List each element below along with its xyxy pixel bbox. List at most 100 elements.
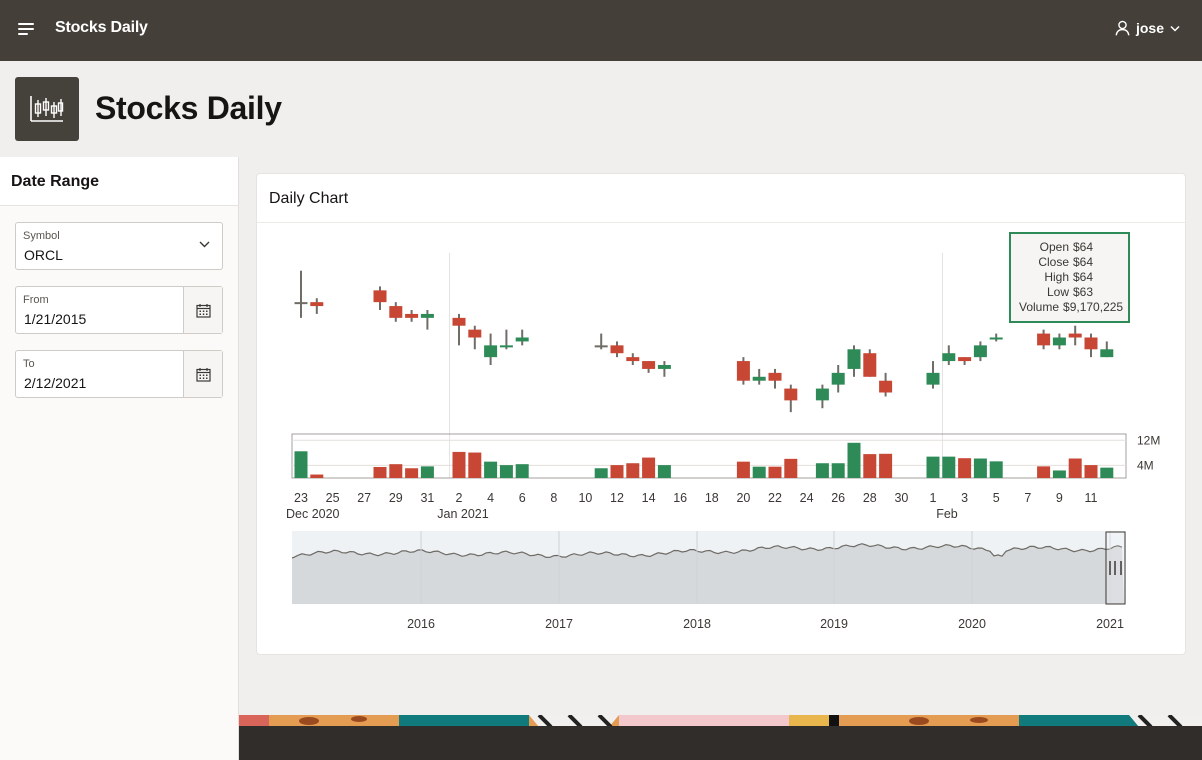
candle-body [389,306,403,318]
x-tick-label: 8 [550,491,557,505]
x-tick-label: 3 [961,491,968,505]
candle-body [784,388,798,401]
candle-body [484,345,498,358]
candle-body [499,345,513,348]
candle-body [831,372,845,385]
volume-bar [831,463,845,478]
month-label: Jan 2021 [437,507,488,521]
candlestick-chart[interactable]: 12M4M 23 25 27 29 31 2 4 6 8 10 12 14 16 18 20 22 24 26 28… [0,0,1202,660]
volume-bar [1037,466,1051,478]
candle-body [958,357,972,362]
tooltip-high-value: $64 [1073,270,1094,284]
volume-bar [958,458,972,478]
candle-body [942,353,956,362]
volume-bar [926,456,940,478]
x-tick-label: 30 [894,491,908,505]
volume-bar [1084,465,1098,478]
volume-bar [847,442,861,478]
x-tick-label: 31 [420,491,434,505]
x-tick-label: 10 [578,491,592,505]
candle-body [847,349,861,369]
month-label: Dec 2020 [286,507,340,521]
candle-body [1068,333,1082,338]
volume-tick-label: 4M [1137,458,1154,472]
volume-bar [405,468,419,478]
candle-body [1084,337,1098,350]
volume-bar [626,463,640,478]
tooltip-low-value: $63 [1073,285,1094,299]
volume-bar [484,461,498,478]
candle-body [310,302,324,307]
x-tick-label: 25 [326,491,340,505]
candle-body [815,388,829,401]
tooltip-volume-label: Volume [1019,300,1060,314]
candle-body [989,337,1003,340]
x-tick-label: 7 [1024,491,1031,505]
candle-body [973,345,987,358]
volume-bar [784,458,798,478]
candle-body [657,365,671,369]
volume-bar [294,451,308,478]
page-footer [239,726,1202,760]
overview-year-label: 2017 [545,617,573,631]
candle-body [926,372,940,385]
volume-bar [879,453,893,478]
month-label: Feb [936,507,958,521]
x-tick-label: 20 [736,491,750,505]
candle-body [452,317,466,326]
volume-bar [468,452,482,478]
candle-body [752,376,766,381]
candle-body [1100,349,1114,358]
candle-body [863,353,877,377]
volume-bar [736,461,750,478]
volume-bar [768,466,782,478]
x-tick-label: 1 [930,491,937,505]
x-tick-label: 5 [993,491,1000,505]
overview-year-label: 2021 [1096,617,1124,631]
volume-bar [610,465,624,478]
x-tick-label: 4 [487,491,494,505]
volume-bar [973,458,987,478]
candle-body [626,357,640,362]
candle-body [1052,337,1066,346]
x-tick-label: 29 [389,491,403,505]
overview-year-label: 2020 [958,617,986,631]
volume-bar [642,457,656,478]
volume-bar [942,456,956,478]
candle-body [373,290,387,303]
volume-bar [499,465,513,478]
volume-bar [389,464,403,478]
candle-body [736,361,750,381]
candle-body [515,337,529,342]
volume-bar [452,451,466,478]
x-tick-label: 2 [456,491,463,505]
candle-body [642,361,656,369]
x-tick-label: 14 [642,491,656,505]
tooltip-open-label: Open [1039,240,1069,254]
tooltip-volume-value: $9,170,225 [1063,300,1124,314]
candle-body [594,345,608,348]
tooltip-close-value: $64 [1073,255,1094,269]
volume-bar [420,466,434,478]
candle-body [768,372,782,381]
volume-bar [989,461,1003,478]
volume-bar [515,464,529,478]
x-tick-label: 24 [800,491,814,505]
volume-bar [1068,458,1082,478]
volume-bar [815,463,829,478]
volume-bar [657,465,671,478]
tooltip-close-label: Close [1038,255,1069,269]
candle-body [879,380,893,393]
tooltip-open-value: $64 [1073,240,1094,254]
volume-bar [373,467,387,478]
candle-body [420,313,434,318]
x-tick-label: 6 [519,491,526,505]
x-tick-label: 18 [705,491,719,505]
chart-tooltip: Open $64 Close $64 High $64 Low $63 Volume $9… [1009,232,1130,323]
volume-bar [1052,470,1066,478]
volume-bar [1100,467,1114,478]
overview-year-label: 2016 [407,617,435,631]
x-tick-label: 16 [673,491,687,505]
x-tick-label: 12 [610,491,624,505]
volume-bar [594,468,608,478]
